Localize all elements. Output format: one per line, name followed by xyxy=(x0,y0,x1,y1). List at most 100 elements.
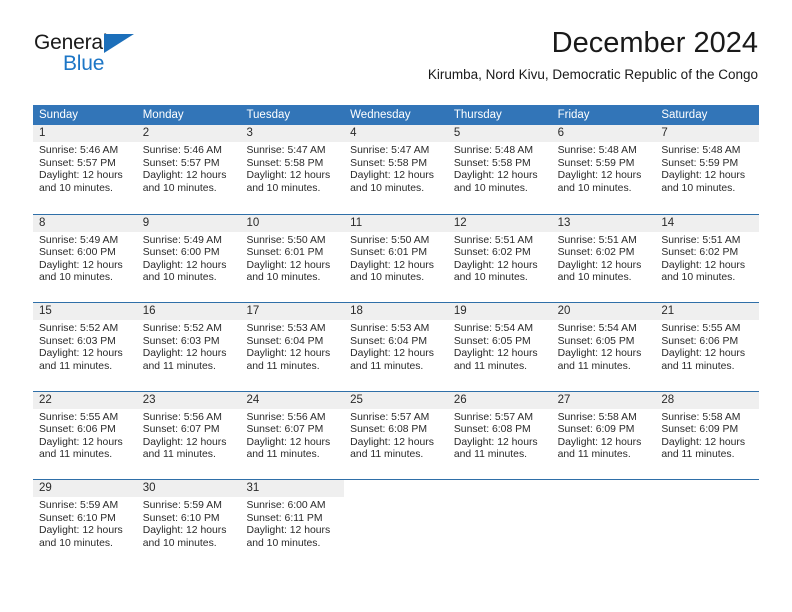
day-number: 25 xyxy=(350,393,363,406)
daylight-text-line2: and 10 minutes. xyxy=(453,272,528,284)
day-cell[interactable]: 24 Sunrise: 5:56 AM Sunset: 6:07 PM Dayligh… xyxy=(240,391,345,480)
day-number: 8 xyxy=(39,216,46,229)
day-number xyxy=(344,480,448,497)
day-info: Sunrise: 5:48 AM Sunset: 5:59 PM Daylight:… xyxy=(655,142,759,195)
daylight-text-line2: and 10 minutes. xyxy=(661,182,736,194)
day-cell[interactable]: 10 Sunrise: 5:50 AM Sunset: 6:01 PM Dayligh… xyxy=(240,214,345,303)
day-cell[interactable]: 4 Sunrise: 5:47 AM Sunset: 5:58 PM Daylight… xyxy=(344,125,448,214)
day-cell[interactable]: 5 Sunrise: 5:48 AM Sunset: 5:58 PM Daylight… xyxy=(447,125,552,214)
sunset-text: Sunset: 5:58 PM xyxy=(350,157,427,169)
sunset-text: Sunset: 6:02 PM xyxy=(661,247,739,259)
daylight-text-line2: and 11 minutes. xyxy=(661,360,735,372)
sunrise-text: Sunrise: 5:59 AM xyxy=(142,500,222,511)
day-number: 24 xyxy=(246,393,260,406)
weekday-header-sunday: Sunday xyxy=(39,109,79,121)
daylight-text-line1: Daylight: 12 hours xyxy=(39,170,123,182)
day-cell[interactable]: 21 Sunrise: 5:55 AM Sunset: 6:06 PM Dayligh… xyxy=(655,303,760,391)
day-info: Sunrise: 5:53 AM Sunset: 6:04 PM Daylight:… xyxy=(240,320,344,373)
week-row: 8 Sunrise: 5:49 AM Sunset: 6:00 PM Daylight… xyxy=(33,213,760,303)
day-number: 23 xyxy=(142,393,156,406)
day-cell[interactable]: 8 Sunrise: 5:49 AM Sunset: 6:00 PM Daylight… xyxy=(33,214,137,303)
day-cell[interactable]: 30 Sunrise: 5:59 AM Sunset: 6:10 PM Dayligh… xyxy=(136,480,241,568)
day-cell[interactable]: 6 Sunrise: 5:48 AM Sunset: 5:59 PM Daylight… xyxy=(551,125,656,214)
daylight-text-line1: Daylight: 12 hours xyxy=(350,436,434,448)
day-cell[interactable]: 31 Sunrise: 6:00 AM Sunset: 6:11 PM Dayligh… xyxy=(240,480,345,568)
page-title: December 2024 xyxy=(551,27,758,59)
sunset-text: Sunset: 6:02 PM xyxy=(453,247,531,259)
sunset-text: Sunset: 6:05 PM xyxy=(453,335,531,347)
daylight-text-line2: and 10 minutes. xyxy=(661,272,736,284)
day-cell[interactable]: 12 Sunrise: 5:51 AM Sunset: 6:02 PM Dayligh… xyxy=(447,214,552,303)
daylight-text-line2: and 11 minutes. xyxy=(142,449,216,461)
week-row-inner: 1 Sunrise: 5:46 AM Sunset: 5:57 PM Daylight… xyxy=(33,125,760,214)
sunset-text: Sunset: 6:04 PM xyxy=(246,335,324,347)
day-number: 16 xyxy=(142,305,156,317)
sunrise-text: Sunrise: 5:53 AM xyxy=(246,323,326,334)
daylight-text-line1: Daylight: 12 hours xyxy=(557,170,642,182)
day-cell[interactable]: 29 Sunrise: 5:59 AM Sunset: 6:10 PM Dayligh… xyxy=(33,480,137,568)
day-number: 26 xyxy=(453,393,467,406)
daylight-text-line2: and 11 minutes. xyxy=(453,449,528,461)
sunset-text: Sunset: 6:09 PM xyxy=(557,424,635,436)
week-row: 29 Sunrise: 5:59 AM Sunset: 6:10 PM Dayligh… xyxy=(33,479,759,568)
day-cell[interactable]: 1 Sunrise: 5:46 AM Sunset: 5:57 PM Daylight… xyxy=(33,125,137,214)
day-cell[interactable]: 19 Sunrise: 5:54 AM Sunset: 6:05 PM Dayligh… xyxy=(447,303,552,391)
day-cell[interactable]: 13 Sunrise: 5:51 AM Sunset: 6:02 PM Dayligh… xyxy=(551,214,656,303)
daylight-text-line2: and 10 minutes. xyxy=(39,272,113,284)
day-number: 11 xyxy=(350,216,363,229)
daylight-text-line2: and 11 minutes. xyxy=(39,449,113,461)
sunrise-text: Sunrise: 5:46 AM xyxy=(142,145,222,156)
day-cell[interactable]: 9 Sunrise: 5:49 AM Sunset: 6:00 PM Daylight… xyxy=(136,214,241,303)
daylight-text-line1: Daylight: 12 hours xyxy=(142,525,227,537)
sunrise-text: Sunrise: 5:55 AM xyxy=(39,411,119,423)
daylight-text-line1: Daylight: 12 hours xyxy=(350,348,434,360)
daylight-text-line1: Daylight: 12 hours xyxy=(453,170,538,182)
daylight-text-line1: Daylight: 12 hours xyxy=(661,259,746,271)
day-info: Sunrise: 5:58 AM Sunset: 6:09 PM Daylight:… xyxy=(552,409,656,462)
sunset-text: Sunset: 5:59 PM xyxy=(557,157,635,169)
page-subtitle: Kirumba, Nord Kivu, Democratic Republic … xyxy=(427,67,758,83)
day-cell[interactable]: 22 Sunrise: 5:55 AM Sunset: 6:06 PM Dayligh… xyxy=(33,391,137,480)
week-row: 1 Sunrise: 5:46 AM Sunset: 5:57 PM Daylight… xyxy=(33,125,760,214)
day-info: Sunrise: 5:53 AM Sunset: 6:04 PM Daylight:… xyxy=(344,320,448,373)
day-cell[interactable]: 14 Sunrise: 5:51 AM Sunset: 6:02 PM Dayligh… xyxy=(655,214,760,303)
day-cell[interactable]: 20 Sunrise: 5:54 AM Sunset: 6:05 PM Dayligh… xyxy=(551,303,656,391)
day-cell[interactable]: 23 Sunrise: 5:56 AM Sunset: 6:07 PM Dayligh… xyxy=(136,391,241,480)
day-cell[interactable]: 17 Sunrise: 5:53 AM Sunset: 6:04 PM Dayligh… xyxy=(240,303,345,391)
sunset-text: Sunset: 6:01 PM xyxy=(350,247,427,259)
day-number: 17 xyxy=(246,305,260,317)
day-number: 14 xyxy=(661,216,675,229)
sunrise-text: Sunrise: 5:50 AM xyxy=(246,234,326,246)
day-number: 4 xyxy=(350,127,357,139)
daylight-text-line2: and 11 minutes. xyxy=(246,449,320,461)
day-cell[interactable]: 7 Sunrise: 5:48 AM Sunset: 5:59 PM Daylight… xyxy=(655,125,760,214)
day-cell[interactable]: 16 Sunrise: 5:52 AM Sunset: 6:03 PM Dayligh… xyxy=(136,303,241,391)
day-info: Sunrise: 5:51 AM Sunset: 6:02 PM Daylight:… xyxy=(552,232,656,285)
day-number: 13 xyxy=(557,216,571,229)
day-cell[interactable]: 27 Sunrise: 5:58 AM Sunset: 6:09 PM Dayligh… xyxy=(551,391,656,480)
day-cell[interactable]: 28 Sunrise: 5:58 AM Sunset: 6:09 PM Dayligh… xyxy=(655,391,760,480)
day-info: Sunrise: 6:00 AM Sunset: 6:11 PM Daylight:… xyxy=(240,497,344,550)
day-info: Sunrise: 5:56 AM Sunset: 6:07 PM Daylight:… xyxy=(240,409,344,462)
sunrise-text: Sunrise: 5:48 AM xyxy=(661,145,741,156)
daylight-text-line2: and 11 minutes. xyxy=(246,360,320,372)
day-cell[interactable]: 18 Sunrise: 5:53 AM Sunset: 6:04 PM Dayligh… xyxy=(344,303,448,391)
daylight-text-line2: and 10 minutes. xyxy=(246,182,321,194)
sunrise-text: Sunrise: 5:48 AM xyxy=(453,145,534,156)
daylight-text-line2: and 10 minutes. xyxy=(142,182,217,194)
week-row: 15 Sunrise: 5:52 AM Sunset: 6:03 PM Dayligh… xyxy=(33,302,760,391)
sunset-text: Sunset: 6:00 PM xyxy=(142,247,220,259)
day-cell[interactable]: 3 Sunrise: 5:47 AM Sunset: 5:58 PM Daylight… xyxy=(240,125,345,214)
day-cell[interactable]: 2 Sunrise: 5:46 AM Sunset: 5:57 PM Daylight… xyxy=(136,125,241,214)
day-cell[interactable]: 25 Sunrise: 5:57 AM Sunset: 6:08 PM Dayligh… xyxy=(344,391,448,480)
day-number: 5 xyxy=(453,127,461,139)
day-info: Sunrise: 5:55 AM Sunset: 6:06 PM Daylight:… xyxy=(33,409,137,462)
sunrise-text: Sunrise: 5:47 AM xyxy=(350,145,430,156)
day-cell[interactable]: 26 Sunrise: 5:57 AM Sunset: 6:08 PM Dayligh… xyxy=(447,391,552,480)
day-info: Sunrise: 5:58 AM Sunset: 6:09 PM Daylight:… xyxy=(655,409,759,462)
day-info: Sunrise: 5:47 AM Sunset: 5:58 PM Daylight:… xyxy=(344,142,448,195)
daylight-text-line1: Daylight: 12 hours xyxy=(142,259,227,271)
day-cell[interactable]: 11 Sunrise: 5:50 AM Sunset: 6:01 PM Dayligh… xyxy=(344,214,448,303)
day-info: Sunrise: 5:52 AM Sunset: 6:03 PM Daylight:… xyxy=(33,320,137,373)
day-cell[interactable]: 15 Sunrise: 5:52 AM Sunset: 6:03 PM Dayligh… xyxy=(33,303,137,391)
